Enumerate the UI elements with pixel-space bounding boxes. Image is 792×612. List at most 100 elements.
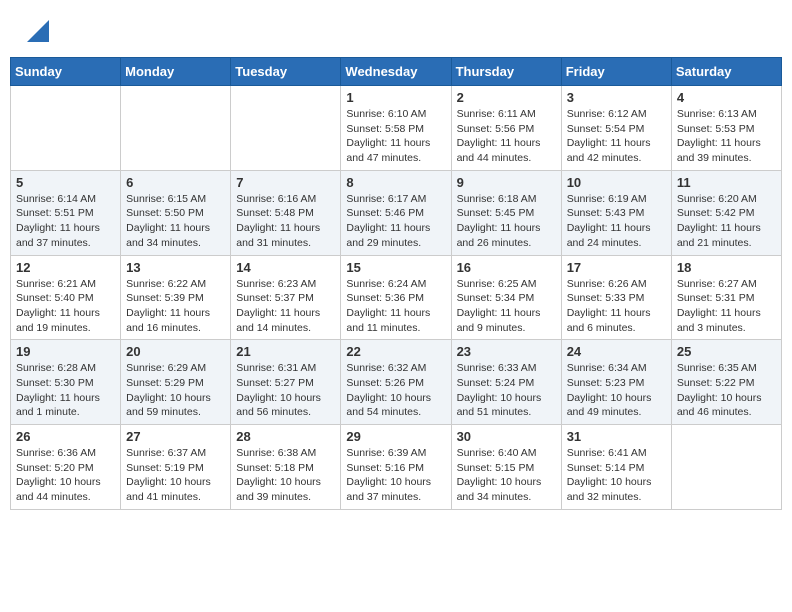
calendar-day-16: 16 Sunrise: 6:25 AM Sunset: 5:34 PM Dayli…: [451, 255, 561, 340]
day-number: 16: [457, 260, 556, 275]
day-number: 14: [236, 260, 335, 275]
day-number: 21: [236, 344, 335, 359]
day-number: 9: [457, 175, 556, 190]
calendar-day-22: 22 Sunrise: 6:32 AM Sunset: 5:26 PM Dayli…: [341, 340, 451, 425]
calendar-day-26: 26Sunrise: 6:36 AM Sunset: 5:20 PM Dayli…: [11, 425, 121, 510]
day-info: Sunrise: 6:28 AM Sunset: 5:30 PM Dayligh…: [16, 361, 115, 420]
day-number: 12: [16, 260, 115, 275]
calendar-empty-cell: [11, 86, 121, 171]
day-info: Sunrise: 6:35 AM Sunset: 5:22 PM Dayligh…: [677, 361, 776, 420]
calendar-week-row: 12 Sunrise: 6:21 AM Sunset: 5:40 PM Dayli…: [11, 255, 782, 340]
day-number: 27: [126, 429, 225, 444]
calendar-day-5: 5 Sunrise: 6:14 AM Sunset: 5:51 PM Daylig…: [11, 170, 121, 255]
page-header: [10, 10, 782, 52]
day-info: Sunrise: 6:32 AM Sunset: 5:26 PM Dayligh…: [346, 361, 445, 420]
weekday-header-tuesday: Tuesday: [231, 58, 341, 86]
day-info: Sunrise: 6:27 AM Sunset: 5:31 PM Dayligh…: [677, 277, 776, 336]
calendar-day-21: 21 Sunrise: 6:31 AM Sunset: 5:27 PM Dayli…: [231, 340, 341, 425]
day-number: 8: [346, 175, 445, 190]
weekday-header-friday: Friday: [561, 58, 671, 86]
day-info: Sunrise: 6:34 AM Sunset: 5:23 PM Dayligh…: [567, 361, 666, 420]
day-info: Sunrise: 6:33 AM Sunset: 5:24 PM Dayligh…: [457, 361, 556, 420]
calendar-day-10: 10 Sunrise: 6:19 AM Sunset: 5:43 PM Dayli…: [561, 170, 671, 255]
day-info: Sunrise: 6:25 AM Sunset: 5:34 PM Dayligh…: [457, 277, 556, 336]
calendar-day-17: 17 Sunrise: 6:26 AM Sunset: 5:33 PM Dayli…: [561, 255, 671, 340]
day-info: Sunrise: 6:19 AM Sunset: 5:43 PM Dayligh…: [567, 192, 666, 251]
day-info: Sunrise: 6:41 AM Sunset: 5:14 PM Dayligh…: [567, 446, 666, 505]
day-info: Sunrise: 6:10 AM Sunset: 5:58 PM Dayligh…: [346, 107, 445, 166]
day-info: Sunrise: 6:11 AM Sunset: 5:56 PM Dayligh…: [457, 107, 556, 166]
logo-triangle-icon: [27, 20, 49, 42]
calendar-table: SundayMondayTuesdayWednesdayThursdayFrid…: [10, 57, 782, 510]
calendar-day-3: 3Sunrise: 6:12 AM Sunset: 5:54 PM Daylig…: [561, 86, 671, 171]
day-info: Sunrise: 6:23 AM Sunset: 5:37 PM Dayligh…: [236, 277, 335, 336]
day-number: 1: [346, 90, 445, 105]
day-number: 29: [346, 429, 445, 444]
day-number: 31: [567, 429, 666, 444]
day-info: Sunrise: 6:26 AM Sunset: 5:33 PM Dayligh…: [567, 277, 666, 336]
day-number: 7: [236, 175, 335, 190]
day-info: Sunrise: 6:13 AM Sunset: 5:53 PM Dayligh…: [677, 107, 776, 166]
calendar-day-4: 4 Sunrise: 6:13 AM Sunset: 5:53 PM Daylig…: [671, 86, 781, 171]
weekday-header-saturday: Saturday: [671, 58, 781, 86]
calendar-day-9: 9 Sunrise: 6:18 AM Sunset: 5:45 PM Daylig…: [451, 170, 561, 255]
calendar-day-18: 18 Sunrise: 6:27 AM Sunset: 5:31 PM Dayli…: [671, 255, 781, 340]
day-number: 24: [567, 344, 666, 359]
day-info: Sunrise: 6:24 AM Sunset: 5:36 PM Dayligh…: [346, 277, 445, 336]
day-info: Sunrise: 6:29 AM Sunset: 5:29 PM Dayligh…: [126, 361, 225, 420]
calendar-header-row: SundayMondayTuesdayWednesdayThursdayFrid…: [11, 58, 782, 86]
calendar-day-14: 14 Sunrise: 6:23 AM Sunset: 5:37 PM Dayli…: [231, 255, 341, 340]
calendar-empty-cell: [671, 425, 781, 510]
day-info: Sunrise: 6:16 AM Sunset: 5:48 PM Dayligh…: [236, 192, 335, 251]
calendar-day-28: 28 Sunrise: 6:38 AM Sunset: 5:18 PM Dayli…: [231, 425, 341, 510]
calendar-day-29: 29 Sunrise: 6:39 AM Sunset: 5:16 PM Dayli…: [341, 425, 451, 510]
day-info: Sunrise: 6:37 AM Sunset: 5:19 PM Dayligh…: [126, 446, 225, 505]
calendar-day-25: 25 Sunrise: 6:35 AM Sunset: 5:22 PM Dayli…: [671, 340, 781, 425]
calendar-day-7: 7 Sunrise: 6:16 AM Sunset: 5:48 PM Daylig…: [231, 170, 341, 255]
weekday-header-sunday: Sunday: [11, 58, 121, 86]
day-number: 18: [677, 260, 776, 275]
calendar-empty-cell: [121, 86, 231, 171]
day-number: 26: [16, 429, 115, 444]
day-info: Sunrise: 6:12 AM Sunset: 5:54 PM Dayligh…: [567, 107, 666, 166]
logo: [25, 20, 49, 47]
day-info: Sunrise: 6:14 AM Sunset: 5:51 PM Dayligh…: [16, 192, 115, 251]
calendar-week-row: 1 Sunrise: 6:10 AM Sunset: 5:58 PM Daylig…: [11, 86, 782, 171]
calendar-body: 1 Sunrise: 6:10 AM Sunset: 5:58 PM Daylig…: [11, 86, 782, 510]
day-number: 5: [16, 175, 115, 190]
day-number: 23: [457, 344, 556, 359]
logo-content: [25, 20, 49, 47]
calendar-day-23: 23 Sunrise: 6:33 AM Sunset: 5:24 PM Dayli…: [451, 340, 561, 425]
calendar-day-8: 8Sunrise: 6:17 AM Sunset: 5:46 PM Daylig…: [341, 170, 451, 255]
calendar-week-row: 26Sunrise: 6:36 AM Sunset: 5:20 PM Dayli…: [11, 425, 782, 510]
day-number: 13: [126, 260, 225, 275]
weekday-header-thursday: Thursday: [451, 58, 561, 86]
calendar-week-row: 5 Sunrise: 6:14 AM Sunset: 5:51 PM Daylig…: [11, 170, 782, 255]
calendar-day-15: 15Sunrise: 6:24 AM Sunset: 5:36 PM Dayli…: [341, 255, 451, 340]
day-info: Sunrise: 6:18 AM Sunset: 5:45 PM Dayligh…: [457, 192, 556, 251]
day-info: Sunrise: 6:31 AM Sunset: 5:27 PM Dayligh…: [236, 361, 335, 420]
day-number: 4: [677, 90, 776, 105]
day-number: 22: [346, 344, 445, 359]
day-number: 25: [677, 344, 776, 359]
day-info: Sunrise: 6:15 AM Sunset: 5:50 PM Dayligh…: [126, 192, 225, 251]
calendar-day-20: 20 Sunrise: 6:29 AM Sunset: 5:29 PM Dayli…: [121, 340, 231, 425]
calendar-day-24: 24 Sunrise: 6:34 AM Sunset: 5:23 PM Dayli…: [561, 340, 671, 425]
day-number: 17: [567, 260, 666, 275]
calendar-day-6: 6Sunrise: 6:15 AM Sunset: 5:50 PM Daylig…: [121, 170, 231, 255]
day-info: Sunrise: 6:38 AM Sunset: 5:18 PM Dayligh…: [236, 446, 335, 505]
calendar-week-row: 19 Sunrise: 6:28 AM Sunset: 5:30 PM Dayli…: [11, 340, 782, 425]
calendar-day-31: 31 Sunrise: 6:41 AM Sunset: 5:14 PM Dayli…: [561, 425, 671, 510]
day-number: 10: [567, 175, 666, 190]
day-number: 19: [16, 344, 115, 359]
day-number: 2: [457, 90, 556, 105]
calendar-day-27: 27 Sunrise: 6:37 AM Sunset: 5:19 PM Dayli…: [121, 425, 231, 510]
day-info: Sunrise: 6:39 AM Sunset: 5:16 PM Dayligh…: [346, 446, 445, 505]
day-number: 28: [236, 429, 335, 444]
day-number: 20: [126, 344, 225, 359]
calendar-day-12: 12 Sunrise: 6:21 AM Sunset: 5:40 PM Dayli…: [11, 255, 121, 340]
day-info: Sunrise: 6:20 AM Sunset: 5:42 PM Dayligh…: [677, 192, 776, 251]
calendar-day-30: 30Sunrise: 6:40 AM Sunset: 5:15 PM Dayli…: [451, 425, 561, 510]
calendar-empty-cell: [231, 86, 341, 171]
day-info: Sunrise: 6:21 AM Sunset: 5:40 PM Dayligh…: [16, 277, 115, 336]
